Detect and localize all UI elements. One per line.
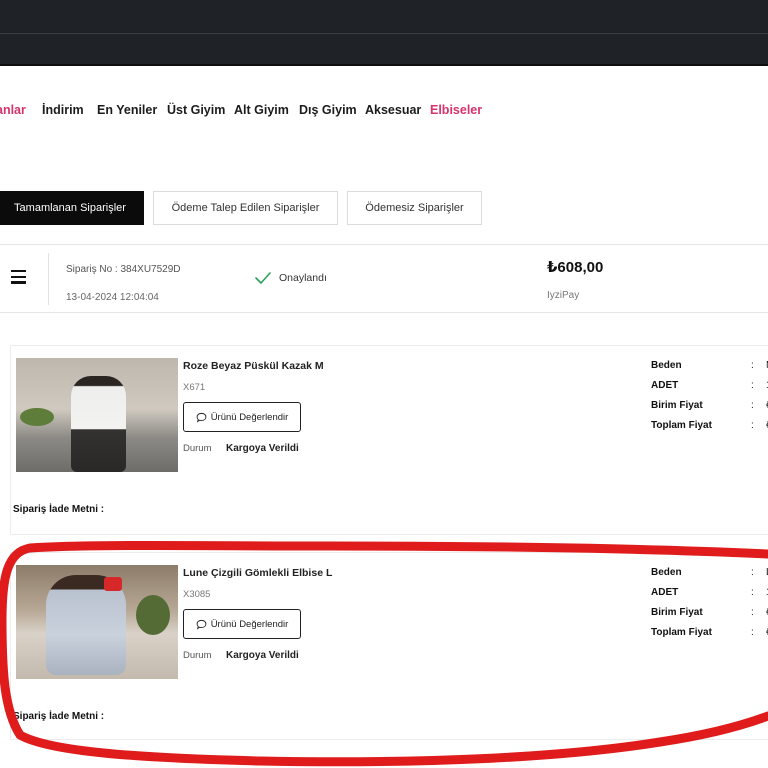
spec-label-size: Beden	[651, 360, 682, 371]
product-name[interactable]: Roze Beyaz Püskül Kazak M	[183, 360, 324, 372]
spec-colon: :	[751, 420, 754, 431]
review-button-label: Ürünü Değerlendir	[210, 411, 289, 423]
payment-method: IyziPay	[547, 290, 580, 301]
chat-bubble-icon	[196, 412, 207, 423]
hamburger-menu-icon[interactable]	[11, 270, 26, 284]
tab-unpaid-orders[interactable]: Ödemesiz Siparişler	[347, 191, 482, 225]
nav-item-ust-giyim[interactable]: Üst Giyim	[167, 103, 225, 117]
product-name[interactable]: Lune Çizgili Gömlekli Elbise L	[183, 567, 332, 579]
nav-item-anlar[interactable]: anlar	[0, 103, 26, 117]
nav-item-indirim[interactable]: İndirim	[42, 103, 84, 117]
nav-item-en-yeniler[interactable]: En Yeniler	[97, 103, 157, 117]
spec-colon: :	[751, 587, 754, 598]
return-note-label: Sipariş İade Metni :	[13, 711, 105, 722]
photo-model	[71, 376, 126, 472]
nav-item-dis-giyim[interactable]: Dış Giyim	[299, 103, 357, 117]
review-button-label: Ürünü Değerlendir	[210, 618, 289, 630]
item-status-label: Durum	[183, 650, 212, 661]
toolbar-divider	[0, 33, 768, 34]
spec-label-total-price: Toplam Fiyat	[651, 627, 712, 638]
spec-label-size: Beden	[651, 567, 682, 578]
review-product-button[interactable]: Ürünü Değerlendir	[183, 609, 301, 639]
item-status-value: Kargoya Verildi	[226, 650, 299, 661]
order-item-card: Roze Beyaz Püskül Kazak M X671 Ürünü Değ…	[10, 345, 768, 535]
photo-phone	[104, 577, 122, 591]
return-note-label: Sipariş İade Metni :	[13, 504, 105, 515]
product-code: X3085	[183, 589, 211, 600]
nav-item-alt-giyim[interactable]: Alt Giyim	[234, 103, 289, 117]
order-date: 13-04-2024 12:04:04	[66, 292, 159, 303]
spec-colon: :	[751, 607, 754, 618]
item-status-value: Kargoya Verildi	[226, 443, 299, 454]
spec-colon: :	[751, 627, 754, 638]
tab-payment-requested-orders[interactable]: Ödeme Talep Edilen Siparişler	[153, 191, 338, 225]
photo-plant	[136, 595, 170, 635]
spec-colon: :	[751, 380, 754, 391]
spec-label-quantity: ADET	[651, 587, 679, 598]
review-product-button[interactable]: Ürünü Değerlendir	[183, 402, 301, 432]
product-photo[interactable]	[16, 565, 178, 679]
spec-colon: :	[751, 400, 754, 411]
product-code: X671	[183, 382, 206, 393]
browser-toolbar	[0, 0, 768, 66]
toolbar-bottom-border	[0, 64, 768, 66]
spec-label-unit-price: Birim Fiyat	[651, 400, 703, 411]
check-icon	[255, 272, 271, 284]
spec-label-total-price: Toplam Fiyat	[651, 420, 712, 431]
order-total: ₺608,00	[547, 259, 604, 276]
nav-item-elbiseler[interactable]: Elbiseler	[430, 103, 482, 117]
vertical-divider	[48, 253, 49, 305]
spec-colon: :	[751, 567, 754, 578]
spec-label-unit-price: Birim Fiyat	[651, 607, 703, 618]
spec-label-quantity: ADET	[651, 380, 679, 391]
photo-plant	[20, 408, 54, 426]
item-status-label: Durum	[183, 443, 212, 454]
order-status: Onaylandı	[279, 272, 327, 284]
nav-item-aksesuar[interactable]: Aksesuar	[365, 103, 421, 117]
tab-completed-orders[interactable]: Tamamlanan Siparişler	[0, 191, 144, 225]
order-summary: Sipariş No : 384XU7529D 13-04-2024 12:04…	[0, 244, 768, 313]
spec-colon: :	[751, 360, 754, 371]
order-item-card: Lune Çizgili Gömlekli Elbise L X3085 Ürü…	[10, 552, 768, 740]
order-number: Sipariş No : 384XU7529D	[66, 264, 181, 275]
product-photo[interactable]	[16, 358, 178, 472]
chat-bubble-icon	[196, 619, 207, 630]
